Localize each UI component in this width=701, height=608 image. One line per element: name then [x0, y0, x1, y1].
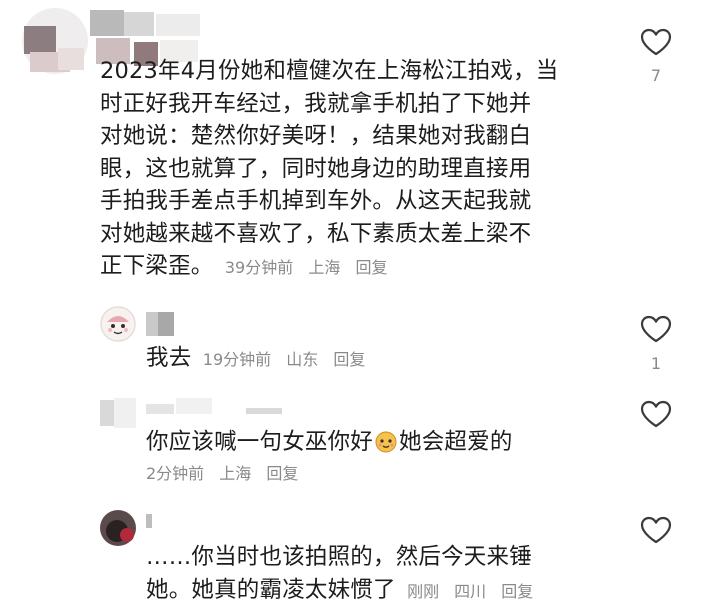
comment-1-line-5: 手拍我手差点手机掉到车外。从这天起我就: [100, 185, 600, 218]
avatar-3[interactable]: [100, 396, 140, 430]
comment-1-text: 2023年4月份她和檀健次在上海松江拍戏，当 时正好我开车经过，我就拿手机拍了下…: [100, 55, 600, 285]
comment-2-body: 我去: [146, 345, 191, 371]
cartoon-avatar-icon: [100, 306, 136, 342]
comment-3-time: 2分钟前: [146, 464, 204, 483]
comment-1-time: 39分钟前: [225, 258, 293, 277]
comment-1-line-7: 正下梁歪。 39分钟前 上海 回复: [100, 250, 600, 285]
comment-4-text: ……你当时也该拍照的，然后今天来锤 她。她真的霸凌太妹惯了 刚刚 四川 回复: [146, 541, 616, 608]
username-blurred-4[interactable]: [146, 514, 166, 530]
comment-3-body-part-2: 她会超爱的: [399, 429, 513, 455]
comment-2-text: 我去 19分钟前 山东 回复: [146, 342, 606, 377]
comment-1-location: 上海: [308, 258, 340, 277]
comment-1-meta: 39分钟前 上海 回复: [225, 258, 388, 277]
comment-4-line-1: ……你当时也该拍照的，然后今天来锤: [146, 541, 616, 574]
avatar-1[interactable]: [22, 8, 88, 74]
comment-4-location: 四川: [454, 582, 486, 601]
username-blurred-3[interactable]: [146, 398, 286, 416]
comment-1-line-1: 2023年4月份她和檀健次在上海松江拍戏，当: [100, 55, 600, 88]
comment-4-reply-button[interactable]: 回复: [501, 582, 533, 601]
comment-4-meta: 刚刚 四川 回复: [407, 582, 533, 601]
comment-3-text: 你应该喊一句女巫你好 她会超爱的 2分钟前 上海 回复: [146, 426, 616, 489]
comment-3-body-part-1: 你应该喊一句女巫你好: [146, 429, 373, 455]
comment-1-line-3: 对她说：楚然你好美呀！，结果她对我翻白: [100, 120, 600, 153]
comment-3-like-button[interactable]: [639, 399, 673, 429]
comment-4-line-2-text: 她。她真的霸凌太妹惯了: [146, 577, 396, 603]
comment-3-meta: 2分钟前 上海 回复: [146, 459, 616, 489]
comment-4-time: 刚刚: [407, 582, 439, 601]
avatar-4[interactable]: [100, 510, 140, 546]
heart-icon: [639, 27, 673, 57]
comment-1-line-2: 时正好我开车经过，我就拿手机拍了下她并: [100, 88, 600, 121]
comment-1-line-6: 对她越来越不喜欢了，私下素质太差上梁不: [100, 218, 600, 251]
comment-2-meta: 19分钟前 山东 回复: [203, 350, 366, 369]
comment-3-reply-button[interactable]: 回复: [266, 464, 298, 483]
username-blurred-2[interactable]: [146, 312, 176, 338]
comment-2-like-count: 1: [639, 354, 673, 373]
cookie-face-emoji-icon: [374, 429, 398, 453]
heart-icon: [639, 314, 673, 344]
comment-2-location: 山东: [286, 350, 318, 369]
comment-1-like-count: 7: [639, 66, 673, 85]
heart-icon: [639, 399, 673, 429]
comment-1-line-4: 眼，这也就算了，同时她身边的助理直接用: [100, 153, 600, 186]
comment-4-like-button[interactable]: [639, 515, 673, 545]
comment-2-like-button[interactable]: [639, 314, 673, 344]
comment-2-time: 19分钟前: [203, 350, 271, 369]
avatar-2[interactable]: [100, 306, 136, 342]
comment-1-line-7-text: 正下梁歪。: [100, 253, 214, 279]
comment-2-reply-button[interactable]: 回复: [333, 350, 365, 369]
comment-3-location: 上海: [219, 464, 251, 483]
comment-1-reply-button[interactable]: 回复: [355, 258, 387, 277]
comment-4-line-2: 她。她真的霸凌太妹惯了 刚刚 四川 回复: [146, 574, 616, 608]
heart-icon: [639, 515, 673, 545]
comment-1-like-button[interactable]: [639, 27, 673, 57]
